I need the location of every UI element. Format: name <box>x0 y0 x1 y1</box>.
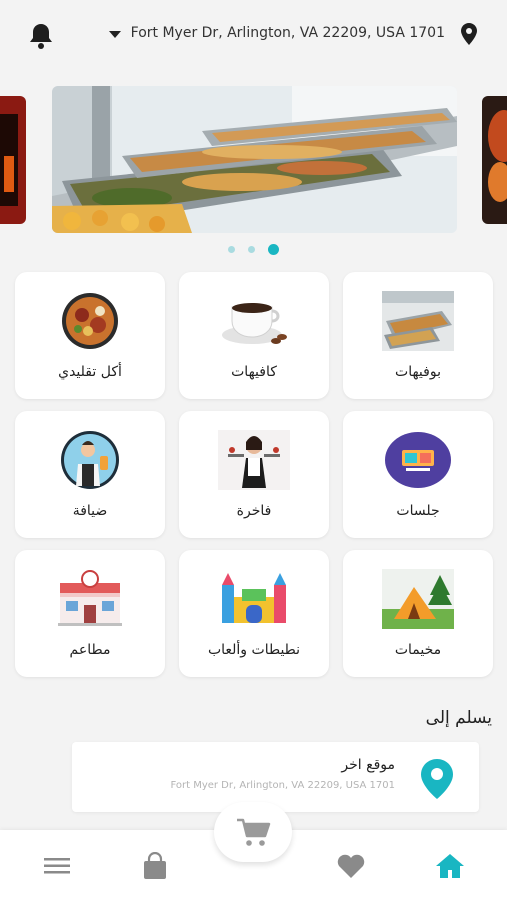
carousel-slide-buffet[interactable] <box>52 86 457 233</box>
category-card-traditional-food[interactable]: أكل تقليدي <box>15 272 165 399</box>
banner-carousel[interactable] <box>0 86 507 236</box>
luxury-waitress-image <box>218 429 290 491</box>
cart-button[interactable] <box>214 802 292 862</box>
bag-icon[interactable] <box>140 852 170 880</box>
camping-tent-image <box>382 568 454 630</box>
carousel-slide-previous[interactable] <box>0 96 26 224</box>
category-label: نطيطات وألعاب <box>207 642 301 658</box>
carousel-indicator <box>0 244 507 255</box>
restaurant-building-image <box>54 568 126 630</box>
category-label: أكل تقليدي <box>58 364 122 380</box>
current-address: Fort Myer Dr, Arlington, VA 22209, USA 1… <box>130 25 445 41</box>
category-label: فاخرة <box>236 503 272 519</box>
chevron-down-icon <box>108 30 121 38</box>
bouncy-castle-image <box>218 568 290 630</box>
category-card-buffets[interactable]: بوفيهات <box>343 272 493 399</box>
location-address: Fort Myer Dr, Arlington, VA 22209, USA 1… <box>170 780 395 791</box>
category-card-sessions[interactable]: جلسات <box>343 411 493 538</box>
category-label: مخيمات <box>394 642 442 658</box>
bell-icon[interactable] <box>28 22 54 50</box>
category-label: ضيافة <box>72 503 108 519</box>
category-label: كافيهات <box>231 364 277 380</box>
heart-icon[interactable] <box>336 852 366 880</box>
category-label: جلسات <box>396 503 440 519</box>
category-card-luxury[interactable]: فاخرة <box>179 411 329 538</box>
location-name: موقع اخر <box>341 757 395 773</box>
category-card-bouncy-games[interactable]: نطيطات وألعاب <box>179 550 329 677</box>
address-selector[interactable]: Fort Myer Dr, Arlington, VA 22209, USA 1… <box>108 22 445 44</box>
cart-icon <box>237 818 271 846</box>
sessions-image <box>382 429 454 491</box>
category-label: بوفيهات <box>395 364 441 380</box>
buffet-image <box>382 290 454 352</box>
carousel-dot-active[interactable] <box>268 244 279 255</box>
location-pin-icon <box>421 759 453 799</box>
hospitality-waiter-image <box>54 429 126 491</box>
category-card-camps[interactable]: مخيمات <box>343 550 493 677</box>
category-card-hospitality[interactable]: ضيافة <box>15 411 165 538</box>
carousel-dot[interactable] <box>228 246 235 253</box>
delivery-location-card[interactable]: موقع اخر Fort Myer Dr, Arlington, VA 222… <box>72 742 479 812</box>
coffee-cup-image <box>218 290 290 352</box>
home-icon[interactable] <box>435 852 465 880</box>
carousel-dot[interactable] <box>248 246 255 253</box>
carousel-slide-next[interactable] <box>482 96 507 224</box>
category-label: مطاعم <box>69 642 111 658</box>
map-pin-icon[interactable] <box>459 22 479 46</box>
category-card-cafes[interactable]: كافيهات <box>179 272 329 399</box>
traditional-food-image <box>54 290 126 352</box>
category-card-restaurants[interactable]: مطاعم <box>15 550 165 677</box>
menu-icon[interactable] <box>42 852 72 880</box>
top-bar: Fort Myer Dr, Arlington, VA 22209, USA 1… <box>0 0 507 70</box>
delivery-title: يسلم إلى <box>425 708 492 728</box>
category-grid: بوفيهات كافيهات أكل تقليدي جلسات فاخرة ض… <box>15 272 493 677</box>
